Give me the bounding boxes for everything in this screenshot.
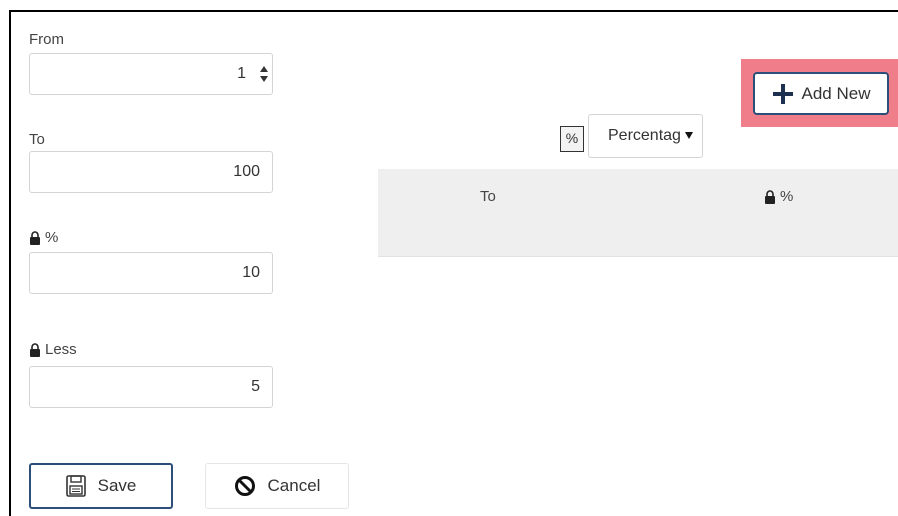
to-label-text: To	[29, 131, 45, 148]
to-label: To	[29, 131, 45, 148]
less-label-text: Less	[45, 341, 77, 358]
less-input[interactable]: 5	[29, 366, 273, 408]
add-new-button[interactable]: Add New	[753, 72, 889, 115]
percent-label: %	[29, 229, 58, 246]
to-input[interactable]: 100	[29, 151, 273, 193]
from-spinner[interactable]	[259, 66, 268, 82]
less-label: Less	[29, 341, 77, 358]
to-value: 100	[233, 163, 260, 180]
percent-value: 10	[242, 264, 260, 281]
percent-input[interactable]: 10	[29, 252, 273, 294]
ban-icon	[234, 476, 255, 496]
save-button[interactable]: Save	[29, 463, 173, 509]
less-value: 5	[251, 378, 260, 395]
lock-icon	[30, 230, 40, 245]
save-button-label: Save	[97, 476, 137, 495]
column-header-to[interactable]: To	[480, 188, 496, 205]
from-label-text: From	[29, 31, 64, 48]
add-new-label: Add New	[801, 83, 871, 103]
percent-label-text: %	[45, 229, 59, 246]
type-select-value: Percentag	[608, 127, 681, 144]
percent-icon-text: %	[565, 130, 579, 146]
from-label: From	[29, 31, 64, 48]
plus-icon	[772, 83, 793, 104]
spin-up-icon[interactable]	[259, 66, 268, 72]
caret-down-icon	[685, 132, 693, 139]
column-header-percent-label: %	[780, 188, 794, 205]
column-header-percent[interactable]: %	[764, 188, 793, 205]
lock-icon	[765, 189, 775, 204]
lock-icon	[30, 342, 40, 357]
floppy-disk-icon	[65, 475, 86, 497]
percent-icon: %	[560, 126, 584, 152]
column-header-to-label: To	[480, 188, 496, 205]
from-value: 1	[237, 65, 246, 82]
type-select[interactable]: Percentag	[588, 114, 703, 158]
spin-down-icon[interactable]	[259, 76, 268, 82]
grid-header	[378, 169, 898, 257]
cancel-button[interactable]: Cancel	[205, 463, 349, 509]
from-input[interactable]: 1	[29, 53, 273, 95]
cancel-button-label: Cancel	[267, 476, 321, 495]
